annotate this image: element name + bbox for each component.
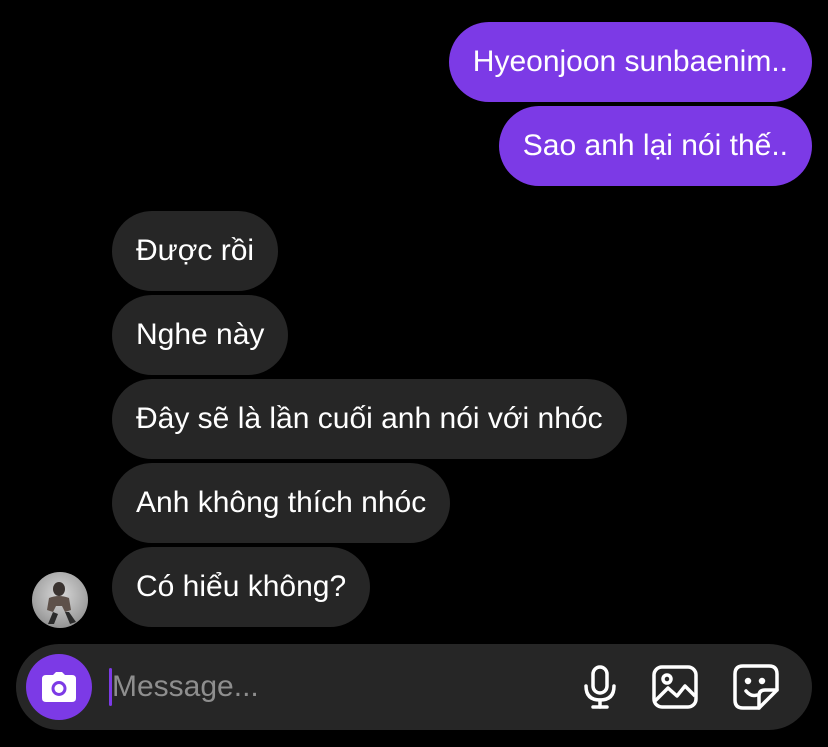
camera-button[interactable]	[26, 654, 92, 720]
sender-avatar[interactable]	[32, 572, 88, 628]
chat-screen: Hyeonjoon sunbaenim.. Sao anh lại nói th…	[0, 0, 828, 747]
received-message-bubble[interactable]: Anh không thích nhóc	[112, 463, 451, 543]
gallery-button[interactable]	[650, 662, 700, 712]
microphone-icon	[584, 665, 616, 709]
avatar-photo	[47, 582, 76, 624]
sticker-icon	[733, 664, 779, 710]
sticker-button[interactable]	[731, 662, 781, 712]
camera-icon	[42, 672, 76, 702]
received-message-bubble[interactable]: Có hiểu không?	[112, 547, 371, 627]
received-message-bubble[interactable]: Nghe này	[112, 295, 289, 375]
received-message-bubble[interactable]: Được rồi	[112, 211, 279, 291]
sent-message-bubble[interactable]: Hyeonjoon sunbaenim..	[448, 22, 812, 102]
message-composer	[16, 644, 812, 730]
received-message-bubble[interactable]: Đây sẽ là lần cuối anh nói với nhóc	[112, 379, 627, 459]
image-icon	[652, 665, 698, 709]
microphone-button[interactable]	[575, 662, 625, 712]
sent-message-bubble[interactable]: Sao anh lại nói thế..	[498, 106, 812, 186]
message-input[interactable]	[112, 664, 552, 710]
